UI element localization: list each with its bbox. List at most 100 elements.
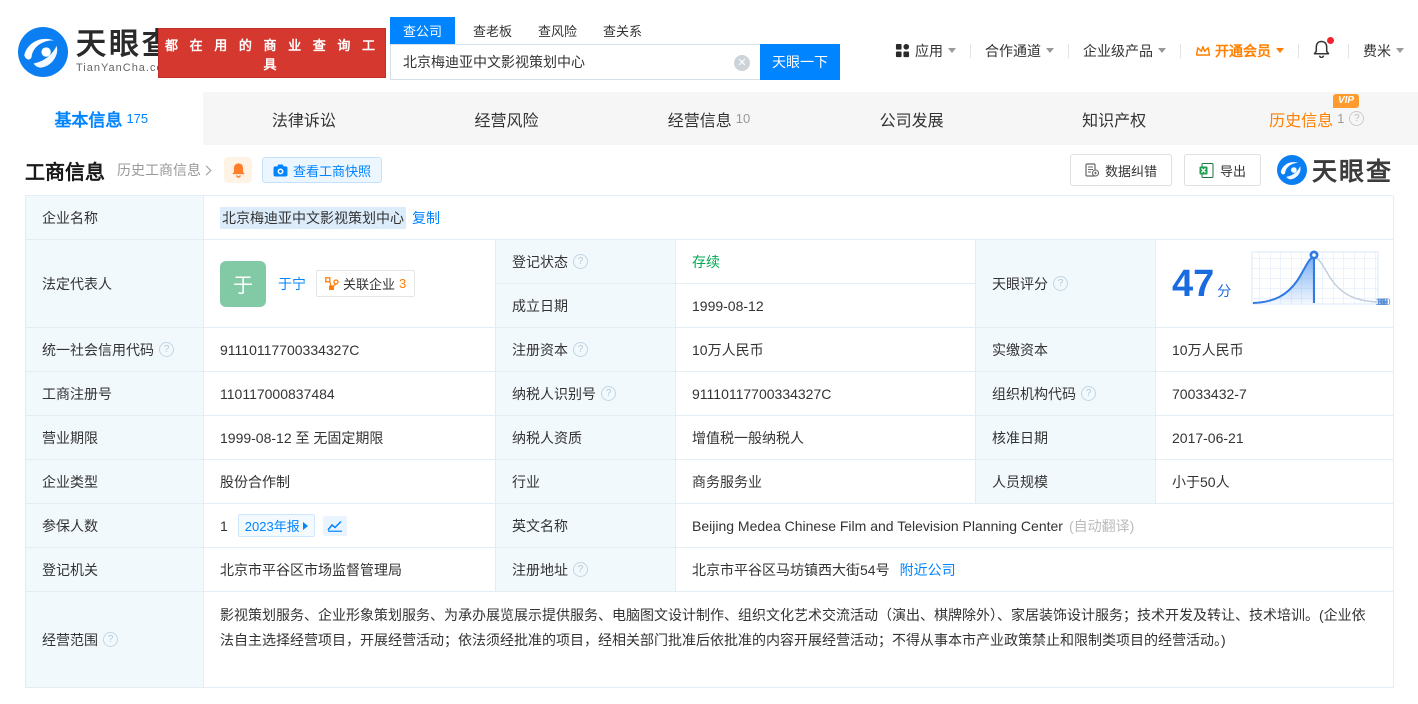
score-value: 47 [1172,262,1215,305]
staff-size-cell: 小于50人 [1156,460,1394,504]
tab-business-info[interactable]: 经营信息 10 [608,92,811,145]
business-snapshot-button[interactable]: 查看工商快照 [262,157,383,183]
reg-capital-cell: 10万人民币 [676,328,976,372]
field-label: 天眼评分 [976,240,1156,328]
nav-apps[interactable]: 应用 [895,41,956,61]
help-icon[interactable] [573,342,588,357]
nav-apps-label: 应用 [915,42,943,59]
field-label: 成立日期 [496,284,676,328]
nav-enterprise[interactable]: 企业级产品 [1083,41,1166,61]
site-logo[interactable]: 天眼查 TianYanCha.com [18,27,175,77]
search-tab-boss[interactable]: 查老板 [473,17,512,44]
english-name-cell: Beijing Medea Chinese Film and Televisio… [676,504,1394,548]
annual-report-badge[interactable]: 2023年报 [237,514,315,537]
tab-business-risk[interactable]: 经营风险 [405,92,608,145]
data-correction-button[interactable]: 数据纠错 [1069,154,1172,186]
trend-chart-button[interactable] [322,515,347,536]
reg-authority-cell: 北京市平谷区市场监督管理局 [204,548,496,592]
crown-icon [1195,45,1211,56]
nav-vip-label: 开通会员 [1215,42,1271,59]
field-label: 登记机关 [26,548,204,592]
correction-icon [1085,163,1099,177]
section-title: 工商信息 [25,161,105,184]
tab-basic-info[interactable]: 基本信息 175 [0,92,203,145]
bell-icon [231,163,245,178]
nav-user[interactable]: 费米 [1363,41,1404,61]
help-icon[interactable] [159,342,174,357]
chevron-down-icon [1158,48,1166,53]
watermark-text: 天眼查 [1311,158,1393,186]
field-label: 注册资本 [496,328,676,372]
company-type-cell: 股份合作制 [204,460,496,504]
tab-company-development[interactable]: 公司发展 [810,92,1013,145]
field-label: 登记状态 [496,240,676,284]
nav-partner-label: 合作通道 [985,42,1041,59]
divider [1068,43,1069,58]
triangle-right-icon [302,521,308,530]
field-label: 工商注册号 [26,372,204,416]
help-icon[interactable] [573,562,588,577]
field-label: 纳税人资质 [496,416,676,460]
help-icon[interactable] [1053,276,1068,291]
field-label: 经营范围 [26,592,204,688]
field-label: 注册地址 [496,548,676,592]
copy-link[interactable]: 复制 [412,208,440,228]
business-info-table: 企业名称 北京梅迪亚中文影视策划中心 复制 法定代表人 于 于宁 关联企业 3 … [25,195,1394,688]
section-header: 工商信息 历史工商信息 查看工商快照 数据纠错 导出 天眼查 [25,152,1393,188]
legal-rep-name-link[interactable]: 于宁 [278,274,306,294]
tab-history-info[interactable]: 历史信息 1 VIP [1215,92,1418,145]
search-button[interactable]: 天眼一下 [760,44,840,80]
clear-search-icon[interactable] [734,55,750,71]
uscc-cell: 91110117700334327C [204,328,496,372]
subscribe-bell-button[interactable] [224,157,252,183]
term-cell: 1999-08-12 至 无固定期限 [204,416,496,460]
nearby-companies-link[interactable]: 附近公司 [900,560,956,580]
score-cell[interactable]: 47 分 0 1 3 15 50 85 97 99 100 [1156,240,1394,328]
reg-no-cell: 110117000837484 [204,372,496,416]
legal-rep-avatar[interactable]: 于 [220,260,266,307]
taxpayer-id-cell: 91110117700334327C [676,372,976,416]
help-icon[interactable] [1081,386,1096,401]
help-icon[interactable] [103,632,118,647]
search-input[interactable] [391,45,760,79]
slogan-line1: 都 在 用 的 商 业 查 询 工 具 [165,38,379,72]
field-label: 纳税人识别号 [496,372,676,416]
header-nav: 应用 合作通道 企业级产品 开通会员 费米 [895,37,1404,61]
notifications-button[interactable] [1313,37,1334,61]
camera-icon [273,163,288,177]
grid-icon [895,43,910,58]
field-label: 参保人数 [26,504,204,548]
help-icon[interactable] [1349,111,1365,126]
search-tab-relation[interactable]: 查关系 [603,17,642,44]
nav-vip[interactable]: 开通会员 [1195,41,1284,61]
line-chart-icon [327,520,342,532]
insured-cell: 1 2023年报 [204,504,496,548]
nav-partner[interactable]: 合作通道 [985,41,1054,61]
search-tab-risk[interactable]: 查风险 [538,17,577,44]
field-label: 组织机构代码 [976,372,1156,416]
field-label: 法定代表人 [26,240,204,328]
field-label: 企业名称 [26,196,204,240]
org-code-cell: 70033432-7 [1156,372,1394,416]
search-tab-company[interactable]: 查公司 [390,17,456,44]
help-icon[interactable] [601,386,616,401]
industry-cell: 商务服务业 [676,460,976,504]
field-label: 人员规模 [976,460,1156,504]
divider [970,43,971,58]
watermark-logo: 天眼查 [1276,152,1393,188]
divider [1298,43,1299,58]
chevron-right-icon [201,165,212,176]
tab-intellectual-property[interactable]: 知识产权 [1013,92,1216,145]
history-business-info-link[interactable]: 历史工商信息 [117,160,212,180]
export-button[interactable]: 导出 [1183,154,1261,186]
chevron-down-icon [1276,48,1284,53]
legal-rep-cell: 于 于宁 关联企业 3 [204,240,496,328]
company-name-cell: 北京梅迪亚中文影视策划中心 复制 [204,196,1394,240]
help-icon[interactable] [573,254,588,269]
tab-legal-proceedings[interactable]: 法律诉讼 [203,92,406,145]
field-label: 统一社会信用代码 [26,328,204,372]
related-companies-badge[interactable]: 关联企业 3 [316,270,416,297]
divider [1180,43,1181,58]
est-date-cell: 1999-08-12 [676,284,976,328]
paid-capital-cell: 10万人民币 [1156,328,1394,372]
